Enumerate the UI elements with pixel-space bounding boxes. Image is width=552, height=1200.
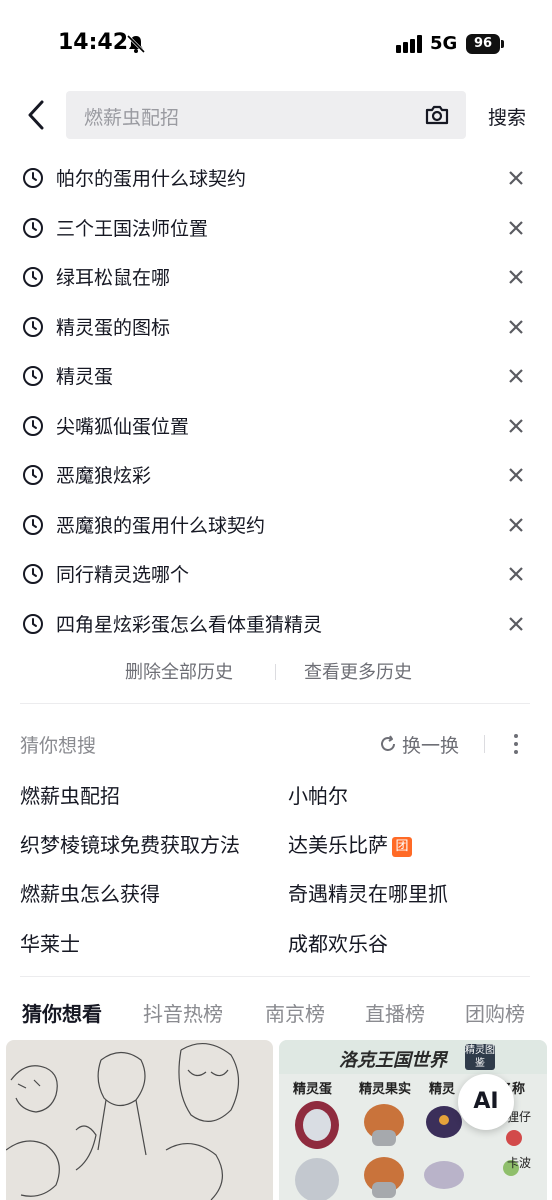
battery-indicator: 96: [466, 34, 500, 54]
history-item-label: 尖嘴狐仙蛋位置: [56, 415, 190, 438]
close-icon[interactable]: [506, 366, 526, 386]
history-item[interactable]: 四角星炫彩蛋怎么看体重猜精灵: [0, 599, 552, 649]
clock-icon: [23, 415, 43, 436]
history-item[interactable]: 恶魔狼炫彩: [0, 450, 552, 500]
close-icon[interactable]: [506, 218, 526, 238]
suggestion-item[interactable]: 成都欢乐谷: [288, 928, 388, 957]
history-item-label: 同行精灵选哪个: [56, 564, 190, 586]
close-icon[interactable]: [506, 465, 526, 485]
clock-icon: [23, 514, 43, 535]
clock-icon: [23, 267, 43, 287]
history-item[interactable]: 绿耳松鼠在哪: [0, 252, 552, 302]
sketch-thumbnail: [6, 1043, 240, 1200]
close-icon[interactable]: [506, 267, 526, 287]
clock-icon: [23, 564, 43, 584]
refresh-label: 换一换: [402, 735, 460, 757]
history-item[interactable]: 恶魔狼的蛋用什么球契约: [0, 500, 552, 550]
video-card-sketch[interactable]: [6, 1040, 273, 1200]
group-buy-badge: 团: [392, 837, 412, 857]
history-item-label: 三个王国法师位置: [56, 217, 209, 240]
guess-section-title: 猜你想搜: [20, 735, 97, 757]
search-input[interactable]: 燃薪虫配招: [66, 91, 466, 139]
history-item-label: 四角星炫彩蛋怎么看体重猜精灵: [56, 613, 323, 636]
tab-guess-you-like[interactable]: 猜你想看: [22, 998, 102, 1027]
close-icon[interactable]: [506, 317, 526, 337]
history-actions: 删除全部历史 查看更多历史: [0, 658, 552, 688]
search-button[interactable]: 搜索: [488, 103, 526, 130]
network-label: 5G: [430, 33, 458, 54]
close-icon[interactable]: [506, 564, 526, 584]
section-divider: [20, 703, 530, 704]
clock-icon: [23, 465, 43, 485]
clock-icon: [23, 316, 43, 337]
close-icon[interactable]: [506, 515, 526, 535]
section-divider: [20, 976, 530, 977]
status-bar: 14:42 5G 96: [0, 0, 552, 90]
card-pet-label: 卡波: [507, 1156, 532, 1170]
suggestion-item-with-badge[interactable]: 达美乐比萨团: [288, 829, 412, 858]
history-item-label: 恶魔狼的蛋用什么球契约: [56, 514, 266, 537]
suggestion-item[interactable]: 奇遇精灵在哪里抓: [288, 878, 448, 907]
history-item-label: 精灵蛋: [56, 366, 114, 388]
tab-nanjing[interactable]: 南京榜: [265, 998, 325, 1027]
search-placeholder: 燃薪虫配招: [84, 107, 180, 129]
suggestion-item[interactable]: 燃薪虫怎么获得: [20, 878, 160, 907]
back-arrow-icon[interactable]: [22, 98, 54, 132]
history-item[interactable]: 精灵蛋: [0, 351, 552, 401]
refresh-icon: [381, 735, 395, 751]
history-item-label: 恶魔狼炫彩: [56, 465, 152, 487]
divider: [484, 735, 485, 753]
history-item-label: 帕尔的蛋用什么球契约: [56, 168, 247, 190]
suggestion-item[interactable]: 小帕尔: [288, 780, 348, 809]
clock-icon: [23, 217, 43, 238]
clock-icon: [23, 168, 43, 188]
camera-icon[interactable]: [424, 103, 450, 127]
ai-assistant-button[interactable]: AI: [458, 1074, 514, 1130]
close-icon[interactable]: [506, 614, 526, 634]
signal-icon: [396, 35, 422, 53]
battery-tip: [501, 40, 504, 48]
status-time: 14:42: [58, 30, 129, 55]
more-options-icon[interactable]: [510, 731, 522, 757]
see-more-history-button[interactable]: 查看更多历史: [304, 658, 412, 684]
tab-douyin-hot[interactable]: 抖音热榜: [143, 998, 223, 1027]
divider: [275, 664, 276, 680]
bell-muted-icon: [126, 34, 146, 54]
suggestion-item[interactable]: 华莱士: [20, 928, 80, 957]
history-item[interactable]: 尖嘴狐仙蛋位置: [0, 401, 552, 451]
clock-icon: [23, 366, 43, 386]
close-icon[interactable]: [506, 168, 526, 188]
history-item-label: 精灵蛋的图标: [56, 316, 171, 339]
tab-live[interactable]: 直播榜: [365, 998, 425, 1027]
close-icon[interactable]: [506, 416, 526, 436]
history-item-label: 绿耳松鼠在哪: [56, 267, 171, 289]
history-item[interactable]: 三个王国法师位置: [0, 203, 552, 253]
suggestion-item[interactable]: 织梦棱镜球免费获取方法: [20, 829, 240, 858]
delete-all-history-button[interactable]: 删除全部历史: [125, 658, 233, 684]
content-tabs: 猜你想看 抖音热榜 南京榜 直播榜 团购榜: [0, 998, 552, 1028]
search-history-list: 帕尔的蛋用什么球契约 三个王国法师位置 绿耳松鼠在哪 精灵蛋的图标 精灵蛋 尖嘴…: [0, 153, 552, 648]
clock-icon: [23, 613, 43, 634]
suggestion-item-label: 达美乐比萨: [288, 833, 388, 857]
suggestion-item[interactable]: 燃薪虫配招: [20, 780, 120, 809]
history-item[interactable]: 同行精灵选哪个: [0, 549, 552, 599]
history-item[interactable]: 帕尔的蛋用什么球契约: [0, 153, 552, 203]
history-item[interactable]: 精灵蛋的图标: [0, 302, 552, 352]
tab-group-buy[interactable]: 团购榜: [465, 998, 525, 1027]
